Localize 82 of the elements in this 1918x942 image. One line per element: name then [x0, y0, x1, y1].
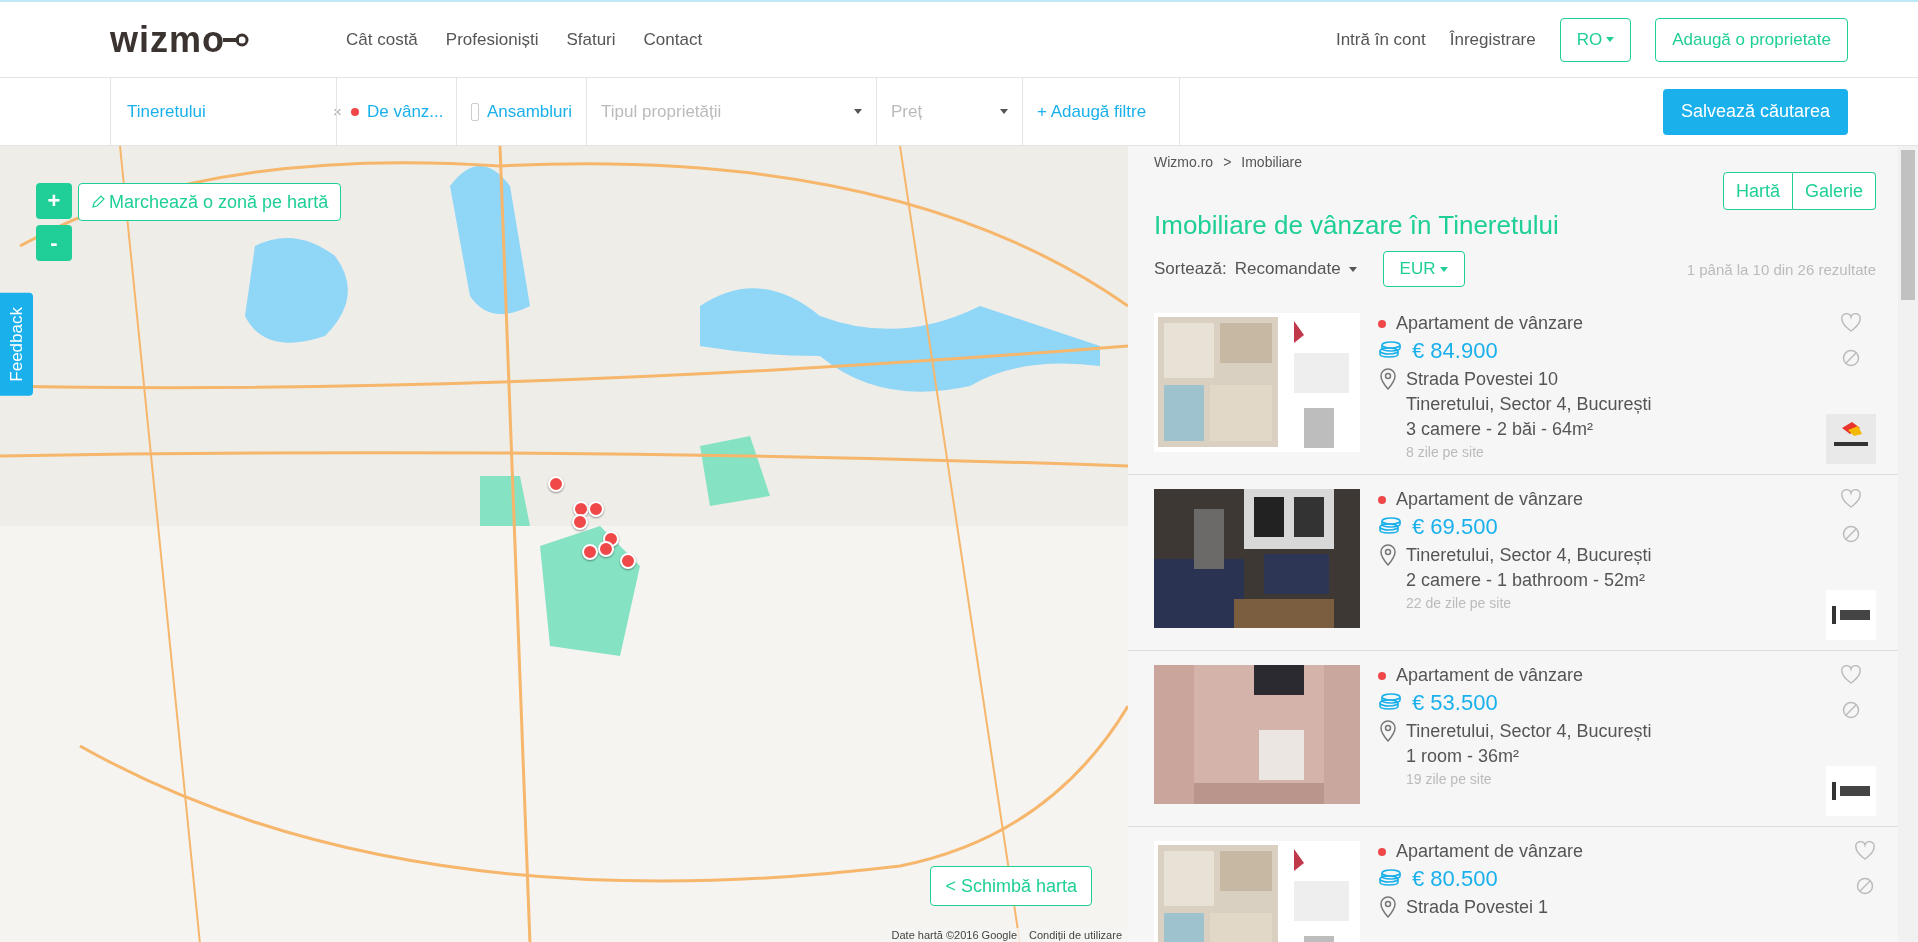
zoom-out-button[interactable]: - [36, 225, 72, 261]
listing-price[interactable]: € 80.500 [1412, 866, 1498, 892]
transaction-dropdown[interactable]: De vânz... [367, 101, 444, 122]
listing-age: 8 zile pe site [1406, 444, 1484, 460]
map-attribution: Date hartă ©2016 Google [891, 928, 1018, 942]
checkbox-label[interactable]: Ansambluri [486, 101, 572, 122]
status-dot [1378, 847, 1386, 856]
listing-details: 1 room - 36m² [1406, 746, 1520, 767]
sort-label: Sortează: [1154, 259, 1227, 279]
favorite-button[interactable] [1854, 841, 1876, 861]
breadcrumb-link[interactable]: Imobiliare [1241, 154, 1302, 170]
listing-type: Apartament de vânzare [1396, 313, 1584, 334]
listing-address: Strada Povestei 10 [1406, 368, 1559, 390]
price-dropdown[interactable]: Preț [891, 101, 923, 122]
listing-address: Tineretului, Sector 4, București [1406, 720, 1652, 742]
zoom-in-button[interactable]: + [36, 183, 72, 219]
caret-icon [854, 109, 862, 114]
scrollbar[interactable] [1898, 146, 1918, 942]
hide-button[interactable] [1842, 701, 1860, 719]
status-dot [1378, 671, 1386, 680]
location-pin-icon [1380, 720, 1396, 742]
login-link[interactable]: Intră în cont [1335, 29, 1426, 50]
breadcrumb-link[interactable]: Wizmo.ro [1154, 154, 1214, 170]
listing-price[interactable]: € 84.900 [1412, 338, 1498, 364]
logo[interactable]: wizmo [110, 18, 346, 61]
property-type-dropdown[interactable]: Tipul proprietății [601, 101, 722, 122]
checkbox[interactable] [471, 102, 479, 121]
status-dot [1378, 495, 1386, 504]
listing-details: 3 camere - 2 băi - 64m² [1406, 419, 1594, 440]
coins-icon [1378, 517, 1402, 537]
listing-age: 22 de zile pe site [1406, 595, 1512, 611]
nav-link[interactable]: Cât costă [346, 29, 418, 50]
location-pin-icon [1380, 368, 1396, 390]
location-field[interactable]: Tineretului [125, 100, 325, 123]
map-attribution[interactable]: Condiții de utilizare [1029, 928, 1122, 942]
feedback-tab[interactable]: Feedback [0, 293, 33, 396]
status-dot [1378, 319, 1386, 328]
nav-link[interactable]: Contact [643, 29, 703, 50]
language-dropdown[interactable]: RO [1559, 17, 1632, 62]
add-filters-link[interactable]: + Adaugă filtre [1037, 101, 1147, 122]
page-title: Imobiliare de vânzare în Tineretului [1154, 210, 1560, 241]
listing-address: Tineretului, Sector 4, București [1406, 544, 1652, 566]
coins-icon [1378, 341, 1402, 361]
hide-button[interactable] [1842, 525, 1860, 543]
listing-age: 19 zile pe site [1406, 771, 1492, 787]
results-count: 1 până la 10 din 26 rezultate [1686, 260, 1876, 278]
listing-price[interactable]: € 53.500 [1412, 690, 1498, 716]
hide-button[interactable] [1842, 349, 1860, 367]
listing-address: Tineretului, Sector 4, București [1406, 394, 1652, 415]
listing-type: Apartament de vânzare [1396, 489, 1584, 510]
status-dot [351, 107, 359, 116]
caret-icon [1439, 266, 1448, 272]
location-pin-icon [1380, 544, 1396, 566]
map-marker[interactable] [572, 514, 588, 530]
change-map-button[interactable]: < Schimbă harta [930, 866, 1092, 906]
hide-button[interactable] [1856, 877, 1874, 895]
favorite-button[interactable] [1840, 313, 1862, 333]
location-pin-icon [1380, 896, 1396, 918]
draw-zone-button[interactable]: Marchează o zonă pe hartă [78, 183, 342, 221]
pencil-icon [91, 195, 105, 209]
breadcrumb-separator: > [1223, 154, 1232, 170]
favorite-button[interactable] [1840, 665, 1862, 685]
coins-icon [1378, 693, 1402, 713]
currency-dropdown[interactable]: EUR [1382, 251, 1465, 287]
save-search-button[interactable]: Salvează căutarea [1662, 88, 1848, 135]
view-toggle[interactable]: Hartă [1722, 172, 1793, 210]
view-toggle[interactable]: Galerie [1792, 172, 1876, 210]
sort-dropdown[interactable]: Recomandate [1234, 259, 1341, 279]
add-property-button[interactable]: Adaugă o proprietate [1655, 17, 1848, 62]
listing-details: 2 camere - 1 bathroom - 52m² [1406, 570, 1646, 591]
listing-type: Apartament de vânzare [1396, 841, 1584, 862]
listing-price[interactable]: € 69.500 [1412, 514, 1498, 540]
caret-icon [1606, 37, 1615, 42]
register-link[interactable]: Înregistrare [1449, 29, 1536, 50]
caret-icon [1348, 266, 1357, 272]
nav-link[interactable]: Sfaturi [566, 29, 616, 50]
caret-icon [1000, 109, 1008, 114]
favorite-button[interactable] [1840, 489, 1862, 509]
listing-address: Strada Povestei 1 [1406, 896, 1549, 918]
nav-link[interactable]: Profesioniști [445, 29, 539, 50]
coins-icon [1378, 869, 1402, 889]
listing-type: Apartament de vânzare [1396, 665, 1584, 686]
